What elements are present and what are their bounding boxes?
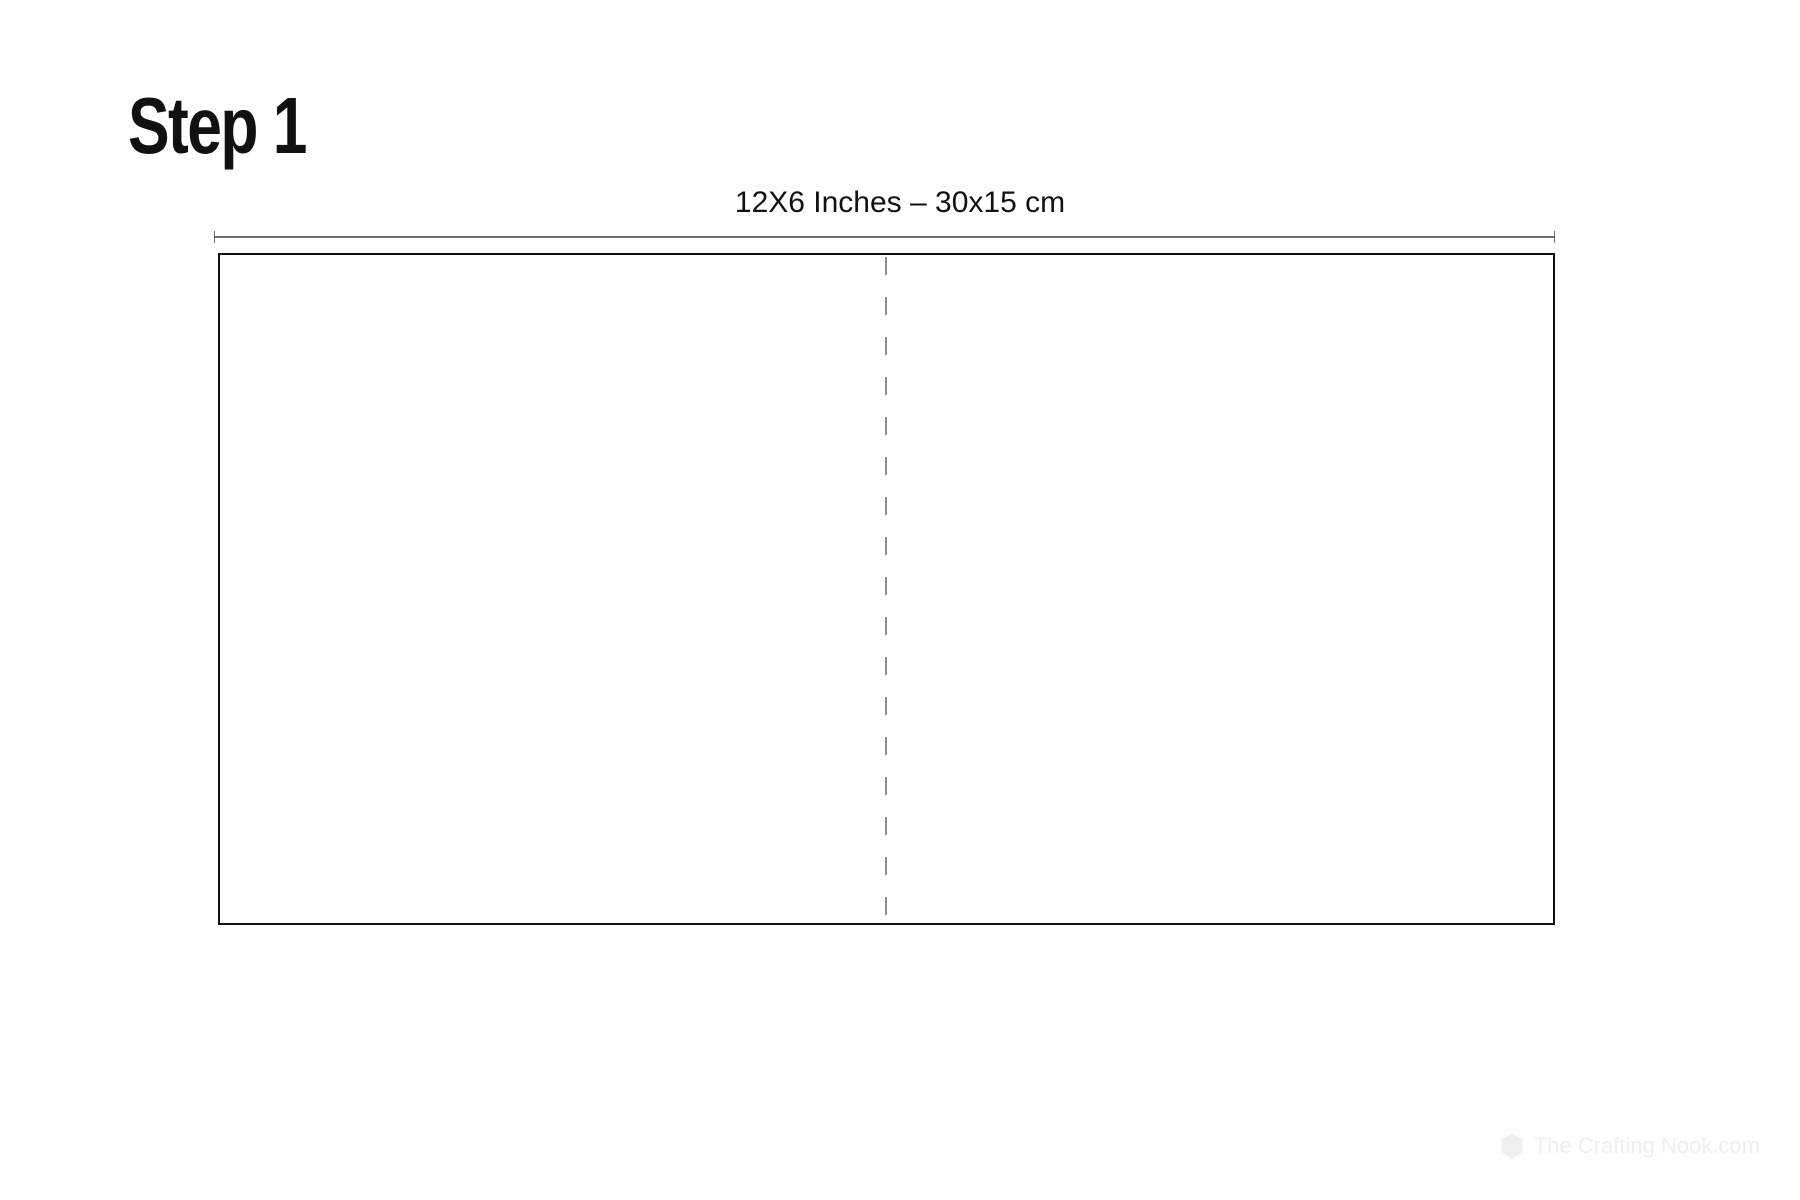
watermark: The Crafting Nook.com: [1498, 1132, 1760, 1160]
fold-line: [885, 253, 887, 925]
dimension-label: 12X6 Inches – 30x15 cm: [0, 186, 1800, 220]
step-title: Step 1: [128, 80, 306, 172]
watermark-text: The Crafting Nook.com: [1534, 1133, 1760, 1159]
watermark-icon: [1498, 1132, 1526, 1160]
dimension-line: [214, 230, 1555, 242]
